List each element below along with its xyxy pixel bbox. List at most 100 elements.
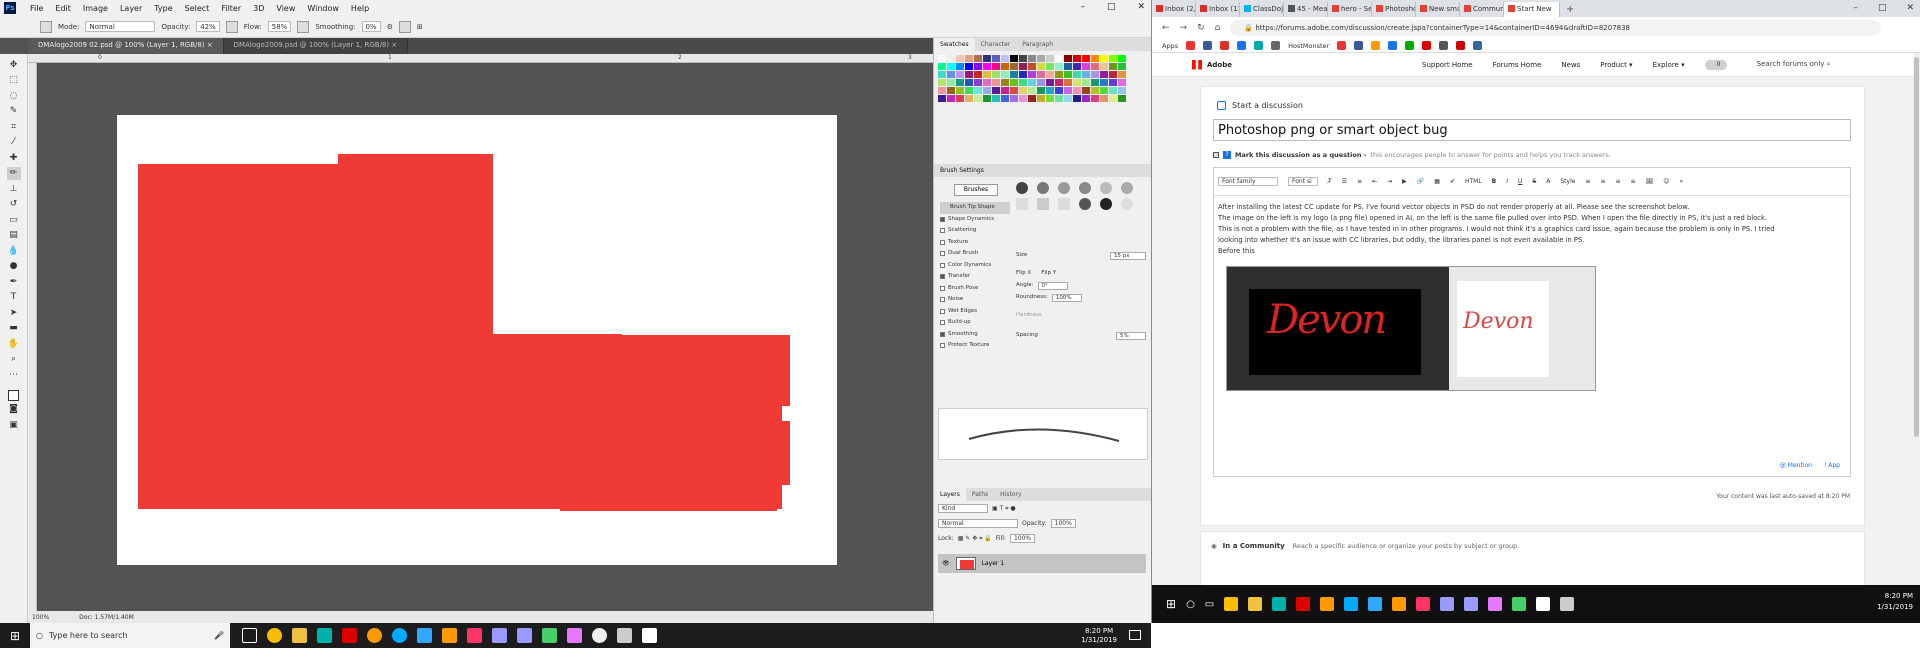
color-swatch[interactable] (1037, 95, 1045, 102)
color-swatch[interactable] (1109, 79, 1117, 86)
color-swatch[interactable] (1064, 79, 1072, 86)
browser-tab[interactable]: Communi (1460, 2, 1504, 17)
nav-explore[interactable]: Explore ▾ (1653, 61, 1685, 69)
color-swatch[interactable] (1055, 55, 1063, 62)
chrome-taskbar-icon[interactable] (267, 628, 282, 643)
brush-option[interactable]: Scattering (940, 225, 1010, 237)
align-center-icon[interactable]: ≡ (1600, 178, 1605, 185)
color-swatch[interactable] (983, 63, 991, 70)
color-swatch[interactable] (1019, 63, 1027, 70)
app-link[interactable]: ! App (1824, 462, 1840, 469)
nav-forums-home[interactable]: Forums Home (1493, 61, 1542, 69)
color-swatch[interactable] (1028, 55, 1036, 62)
filter-icons[interactable]: ▣ T ⌗ ● (992, 505, 1016, 513)
brush-option[interactable]: Texture (940, 237, 1010, 249)
color-swatch[interactable] (974, 95, 982, 102)
microphone-icon[interactable]: 🎤 (214, 631, 230, 640)
layer-filter-kind[interactable]: Kind (938, 504, 988, 513)
brush-option[interactable]: Smoothing (940, 329, 1010, 341)
bookmark-icon[interactable] (1237, 41, 1247, 50)
image-icon[interactable]: 🖼 (1646, 178, 1654, 185)
app-taskbar-icon[interactable] (1488, 597, 1503, 611)
color-swatch[interactable] (983, 95, 991, 102)
illustrator-taskbar-icon[interactable] (1392, 597, 1407, 611)
menu-edit[interactable]: Edit (49, 4, 77, 13)
color-swatch[interactable] (947, 63, 955, 70)
task-view-icon[interactable]: ▭ (1205, 599, 1214, 610)
app-taskbar-icon[interactable] (567, 628, 582, 643)
brush-option-checkbox[interactable] (940, 216, 945, 222)
color-swatch[interactable] (974, 63, 982, 70)
color-swatch[interactable] (1100, 79, 1108, 86)
browser-tab[interactable]: Photosho (1372, 2, 1416, 17)
bookmark-icon[interactable] (1220, 41, 1230, 50)
color-swatch[interactable] (956, 95, 964, 102)
cortana-icon[interactable]: ○ (1186, 599, 1195, 610)
color-swatch[interactable] (1082, 71, 1090, 78)
color-swatch[interactable] (1010, 71, 1018, 78)
menu-help[interactable]: Help (345, 4, 375, 13)
tab-swatches[interactable]: Swatches (934, 38, 975, 51)
underline-icon[interactable]: U (1518, 178, 1522, 185)
bookmark-icon[interactable] (1473, 41, 1483, 50)
color-swatch[interactable] (1091, 79, 1099, 86)
color-swatch[interactable] (938, 79, 946, 86)
color-swatch[interactable] (1055, 63, 1063, 70)
color-swatch[interactable] (1073, 63, 1081, 70)
brush-option-checkbox[interactable] (940, 274, 945, 280)
color-swatch[interactable] (1046, 87, 1054, 94)
blur-tool-icon[interactable]: 💧 (7, 244, 21, 258)
color-swatch[interactable] (1091, 95, 1099, 102)
brush-tip[interactable] (1121, 182, 1133, 194)
minimize-icon[interactable]: – (1853, 3, 1858, 13)
color-swatch[interactable] (965, 71, 973, 78)
color-swatch[interactable] (1046, 55, 1054, 62)
indesign-taskbar-icon[interactable] (467, 628, 482, 643)
spacing-checkbox[interactable]: Spacing (1016, 332, 1038, 340)
embedded-screenshot[interactable]: Devon Devon (1226, 266, 1596, 391)
color-swatch[interactable] (1037, 55, 1045, 62)
bullets-icon[interactable]: ☰ (1342, 178, 1347, 185)
brush-option[interactable]: Wet Edges (940, 306, 1010, 318)
outdent-icon[interactable]: ⇤ (1372, 178, 1377, 185)
menu-3d[interactable]: 3D (247, 4, 270, 13)
color-swatch[interactable] (1091, 63, 1099, 70)
table-icon[interactable]: ▦ (1434, 178, 1440, 185)
color-swatch[interactable] (1082, 55, 1090, 62)
airbrush-icon[interactable] (297, 20, 310, 33)
chrome-taskbar-icon[interactable] (1224, 597, 1239, 611)
explorer-taskbar-icon[interactable] (292, 628, 307, 643)
color-swatch[interactable] (1064, 95, 1072, 102)
premiere-taskbar-icon[interactable] (517, 628, 532, 643)
numbering-icon[interactable]: ≡ (1357, 178, 1362, 185)
color-swatch[interactable] (1037, 79, 1045, 86)
color-swatch[interactable] (1109, 63, 1117, 70)
bold-icon[interactable]: B (1492, 178, 1497, 185)
more-icon[interactable]: » (1679, 178, 1683, 185)
color-swatch[interactable] (965, 95, 973, 102)
brush-tip[interactable] (1058, 198, 1070, 210)
browser-tab[interactable]: 45 - Mea (1284, 2, 1328, 17)
brush-option[interactable]: Color Dynamics (940, 260, 1010, 272)
illustrator-taskbar-icon[interactable] (442, 628, 457, 643)
menu-view[interactable]: View (270, 4, 301, 13)
nav-support-home[interactable]: Support Home (1422, 61, 1473, 69)
flip-y-checkbox[interactable]: Flip Y (1041, 270, 1056, 276)
color-swatch[interactable] (1073, 87, 1081, 94)
color-swatch[interactable] (1028, 87, 1036, 94)
bookmark-icon[interactable] (1439, 41, 1449, 50)
symmetry-icon[interactable]: ⊞ (417, 23, 423, 31)
color-swatch[interactable] (1091, 87, 1099, 94)
color-swatch[interactable] (983, 71, 991, 78)
bookmark-icon[interactable] (1337, 41, 1347, 50)
font-size-select[interactable]: Font si (1288, 177, 1318, 186)
doc-tab-dmalogo-02[interactable]: DMAlogo2009 02.psd @ 100% (Layer 1, RGB/… (28, 38, 224, 54)
brush-tip[interactable] (1100, 182, 1112, 194)
start-icon[interactable]: ⊞ (1166, 597, 1176, 611)
color-swatch[interactable] (1109, 55, 1117, 62)
color-swatch[interactable] (1100, 55, 1108, 62)
brush-tip[interactable] (1079, 182, 1091, 194)
spellcheck-icon[interactable]: ✔ (1450, 178, 1455, 185)
brush-option-checkbox[interactable] (940, 331, 945, 337)
minimize-icon[interactable]: – (1080, 2, 1085, 12)
